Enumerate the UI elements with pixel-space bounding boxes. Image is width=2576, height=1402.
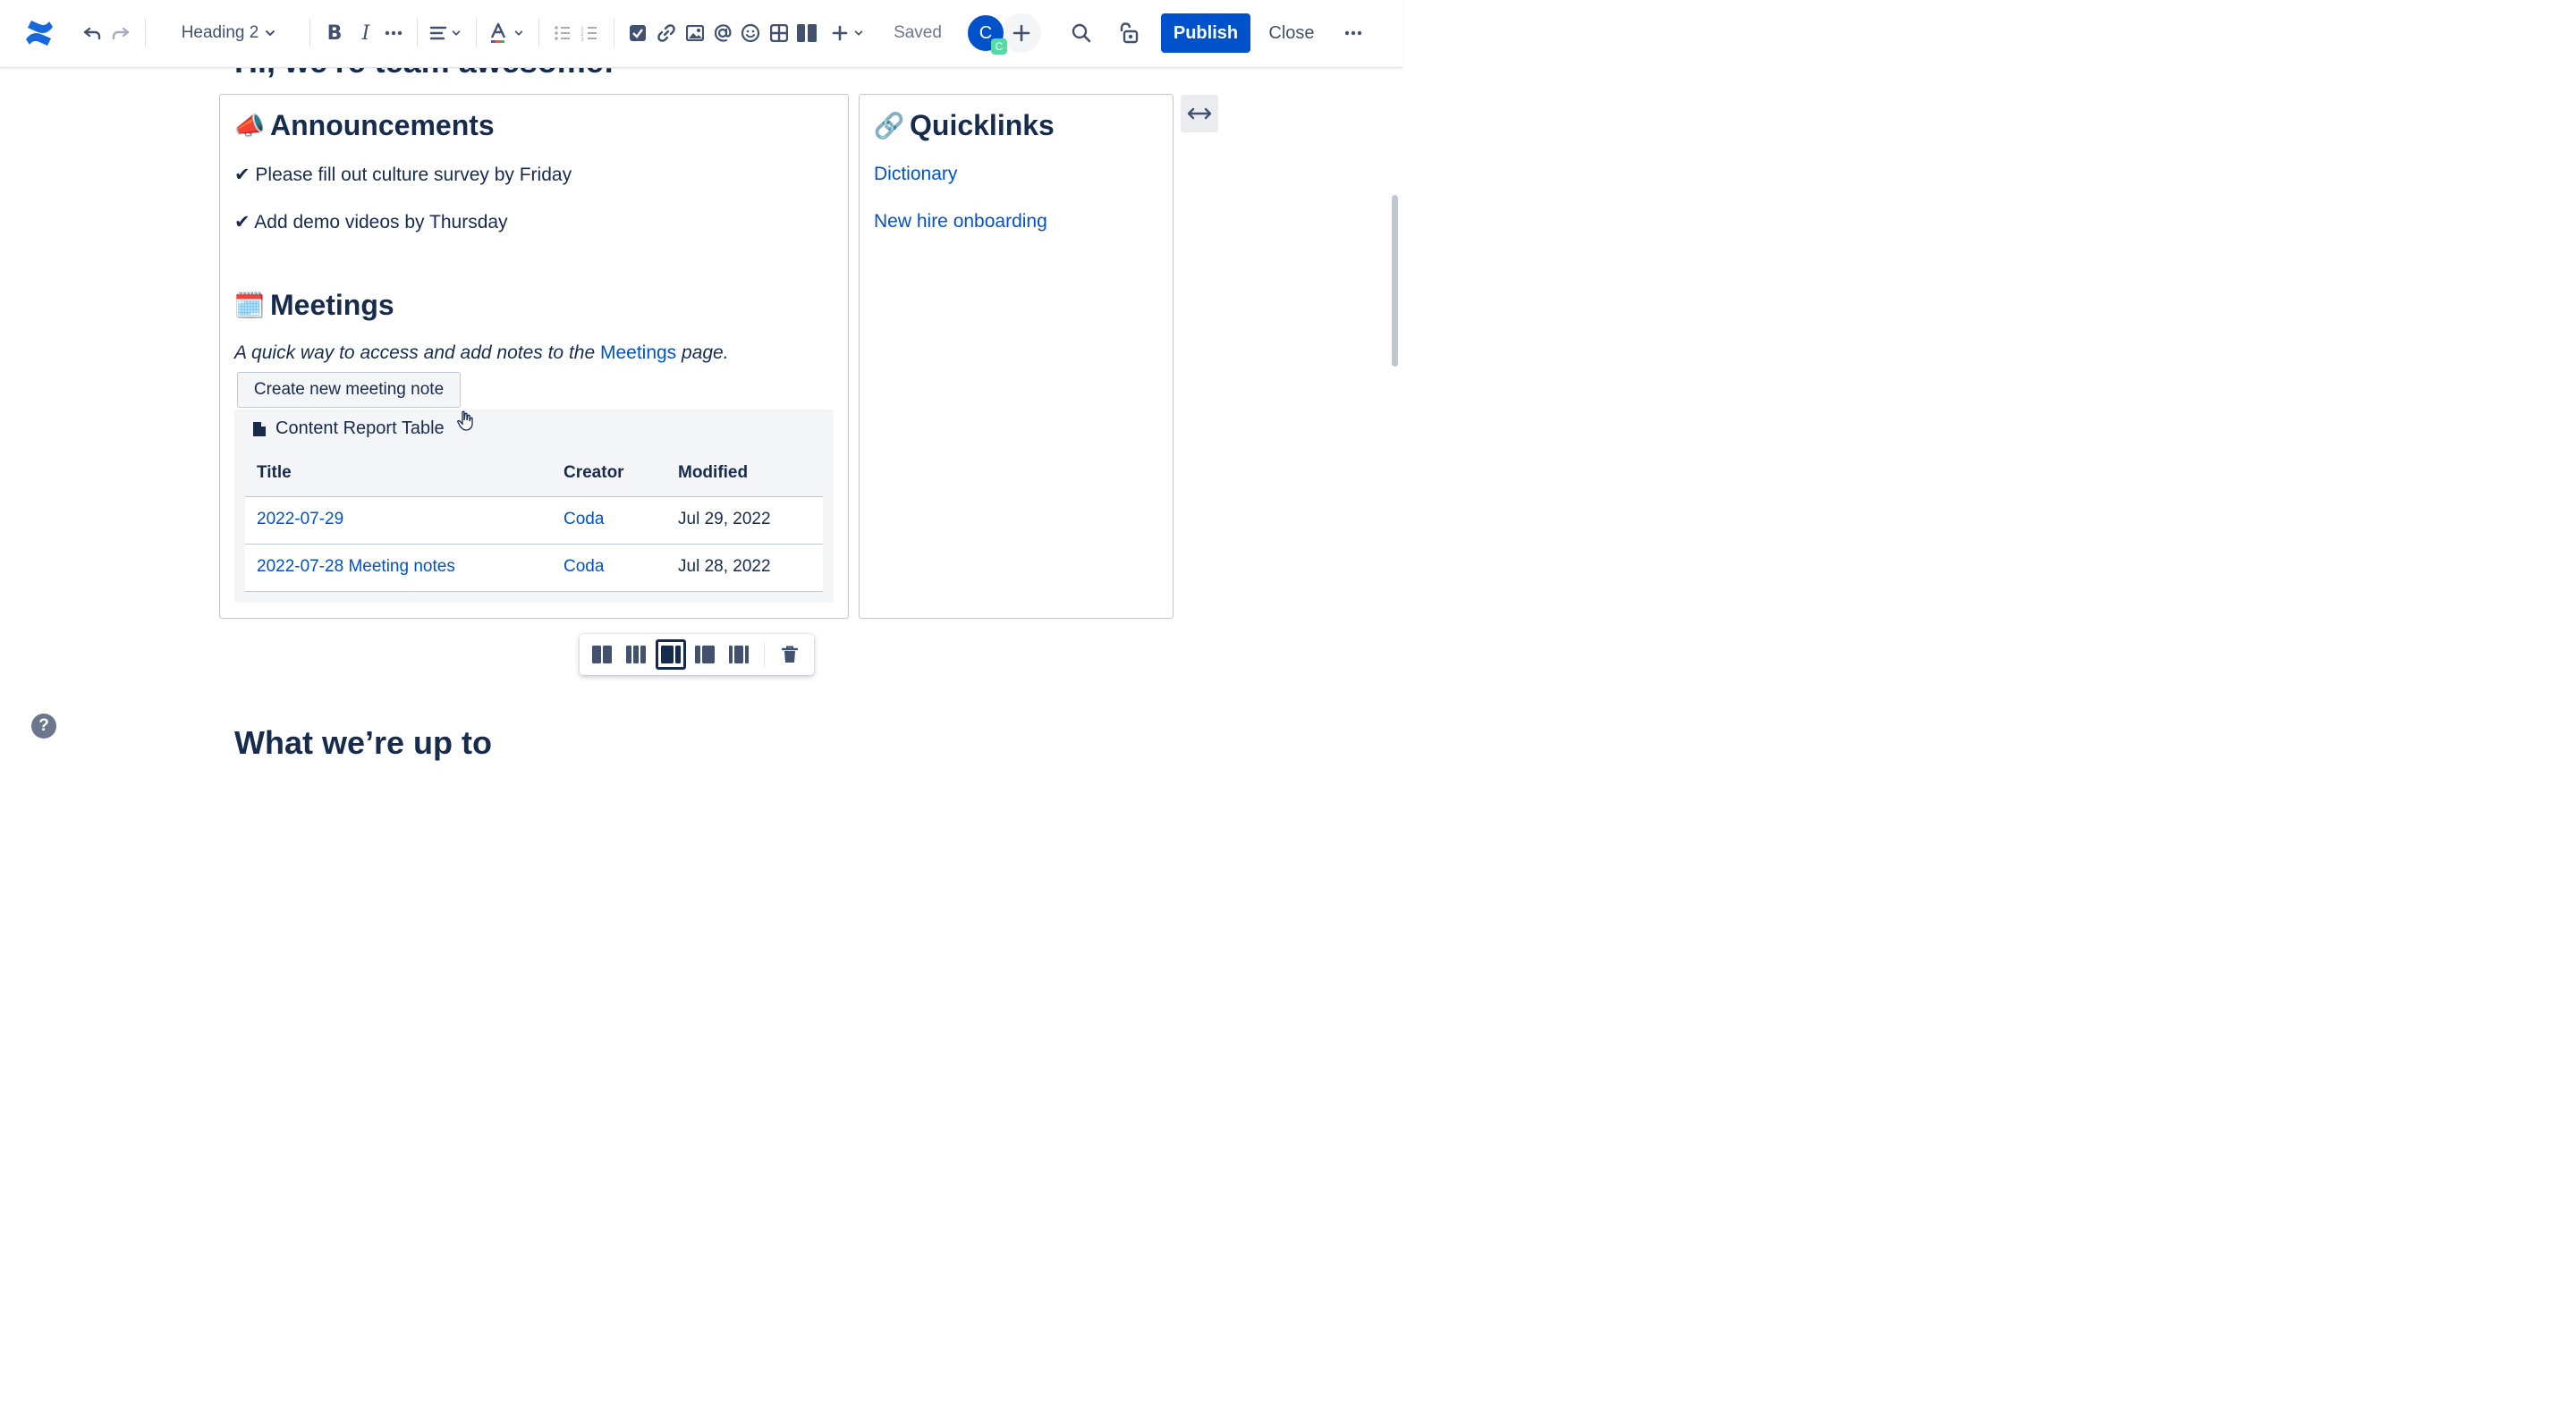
save-status: Saved xyxy=(894,23,942,42)
chevron-down-icon xyxy=(452,30,461,36)
two-columns-layout-icon[interactable] xyxy=(587,639,617,670)
create-meeting-note-button[interactable]: Create new meeting note xyxy=(237,372,461,408)
three-columns-layout-icon[interactable] xyxy=(621,639,651,670)
insert-dropdown[interactable] xyxy=(828,16,868,50)
text-color-icon xyxy=(490,22,506,43)
plus-icon xyxy=(1013,24,1030,42)
quicklinks-heading-text: Quicklinks xyxy=(910,109,1055,141)
link-emoji-icon: 🔗 xyxy=(873,112,905,139)
numbered-list-icon[interactable]: 123 xyxy=(578,16,601,50)
content-report-table-macro[interactable]: Content Report Table Title Creator Modif… xyxy=(234,410,834,603)
toolbar-divider xyxy=(145,19,146,47)
more-actions-icon[interactable] xyxy=(1338,16,1368,50)
editor-toolbar: Heading 2 B I 123 Saved C C Publish Clos… xyxy=(0,0,1402,68)
row-modified-date: Jul 28, 2022 xyxy=(678,557,771,576)
meetings-page-link[interactable]: Meetings xyxy=(600,342,676,363)
column-header-creator: Creator xyxy=(564,463,624,482)
table-row: 2022-07-29 Coda Jul 29, 2022 xyxy=(245,496,823,544)
announcements-heading[interactable]: 📣 Announcements xyxy=(234,109,495,142)
layout-options-toolbar xyxy=(580,634,814,675)
toolbar-divider xyxy=(538,19,539,47)
chevron-down-icon xyxy=(514,30,523,36)
three-columns-sidebars-layout-icon[interactable] xyxy=(724,639,754,670)
announcement-item[interactable]: ✔ Please fill out culture survey by Frid… xyxy=(234,164,572,186)
row-creator-link[interactable]: Coda xyxy=(564,510,604,529)
unlock-restrictions-icon[interactable] xyxy=(1113,16,1143,50)
link-icon[interactable] xyxy=(655,16,678,50)
avatar-presence-badge: C xyxy=(991,38,1007,55)
report-title-text: Content Report Table xyxy=(275,418,445,438)
bold-icon[interactable]: B xyxy=(322,16,347,50)
column-header-title: Title xyxy=(257,463,292,482)
text-color-dropdown[interactable] xyxy=(487,16,526,50)
more-formatting-icon[interactable] xyxy=(381,16,406,50)
row-modified-date: Jul 29, 2022 xyxy=(678,510,771,528)
meetings-description: A quick way to access and add notes to t… xyxy=(234,342,729,364)
row-title-link[interactable]: 2022-07-28 Meeting notes xyxy=(257,557,455,577)
calendar-icon: 🗓️ xyxy=(233,291,266,319)
meetings-description-suffix: page. xyxy=(676,342,729,363)
vertical-scrollbar[interactable] xyxy=(1392,195,1398,367)
invite-button[interactable] xyxy=(1002,13,1041,53)
meetings-description-prefix: A quick way to access and add notes to t… xyxy=(234,342,600,363)
italic-icon[interactable]: I xyxy=(353,16,378,50)
close-button[interactable]: Close xyxy=(1259,13,1324,53)
meetings-heading-text: Meetings xyxy=(270,289,394,321)
row-creator-link[interactable]: Coda xyxy=(564,557,604,577)
pointer-cursor-icon xyxy=(457,410,475,436)
heading-style-label: Heading 2 xyxy=(181,23,259,42)
text-alignment-dropdown[interactable] xyxy=(426,16,465,50)
quicklink-dictionary[interactable]: Dictionary xyxy=(874,164,957,185)
delete-layout-icon[interactable] xyxy=(775,639,805,670)
megaphone-icon: 📣 xyxy=(233,112,266,139)
action-item-icon[interactable] xyxy=(626,16,649,50)
right-sidebar-layout-icon[interactable] xyxy=(656,639,686,670)
toolbar-divider xyxy=(764,643,765,666)
page-icon xyxy=(253,421,266,436)
layouts-icon[interactable] xyxy=(794,16,819,50)
section-heading[interactable]: What we’re up to xyxy=(234,724,492,762)
bullet-list-icon[interactable] xyxy=(551,16,574,50)
help-button[interactable]: ? xyxy=(31,714,56,739)
mention-icon[interactable] xyxy=(710,16,735,50)
column-header-modified: Modified xyxy=(678,463,749,482)
toolbar-divider xyxy=(476,19,477,47)
announcement-item[interactable]: ✔ Add demo videos by Thursday xyxy=(234,211,508,233)
svg-text:3: 3 xyxy=(580,37,584,41)
row-title-link[interactable]: 2022-07-29 xyxy=(257,510,343,529)
expand-width-button[interactable] xyxy=(1181,95,1218,132)
emoji-icon[interactable] xyxy=(739,16,762,50)
search-icon[interactable] xyxy=(1066,16,1097,50)
plus-icon xyxy=(832,25,848,41)
announcements-heading-text: Announcements xyxy=(270,109,495,141)
heading-style-dropdown[interactable]: Heading 2 xyxy=(175,16,283,50)
left-sidebar-layout-icon[interactable] xyxy=(690,639,720,670)
chevron-down-icon xyxy=(266,30,275,37)
meetings-heading[interactable]: 🗓️ Meetings xyxy=(234,289,394,322)
toolbar-divider xyxy=(309,19,310,47)
undo-icon[interactable] xyxy=(79,16,106,50)
align-left-icon xyxy=(429,26,447,40)
confluence-logo-icon[interactable] xyxy=(20,16,59,50)
table-row: 2022-07-28 Meeting notes Coda Jul 28, 20… xyxy=(245,544,823,592)
arrows-horizontal-icon xyxy=(1187,107,1212,120)
chevron-down-icon xyxy=(854,30,863,36)
report-title: Content Report Table xyxy=(252,418,445,439)
publish-button[interactable]: Publish xyxy=(1161,13,1250,53)
quicklinks-heading[interactable]: 🔗 Quicklinks xyxy=(874,109,1055,142)
quicklink-new-hire-onboarding[interactable]: New hire onboarding xyxy=(874,211,1047,232)
image-icon[interactable] xyxy=(683,16,707,50)
toolbar-divider xyxy=(417,19,418,47)
redo-icon[interactable] xyxy=(107,16,134,50)
table-icon[interactable] xyxy=(767,16,791,50)
